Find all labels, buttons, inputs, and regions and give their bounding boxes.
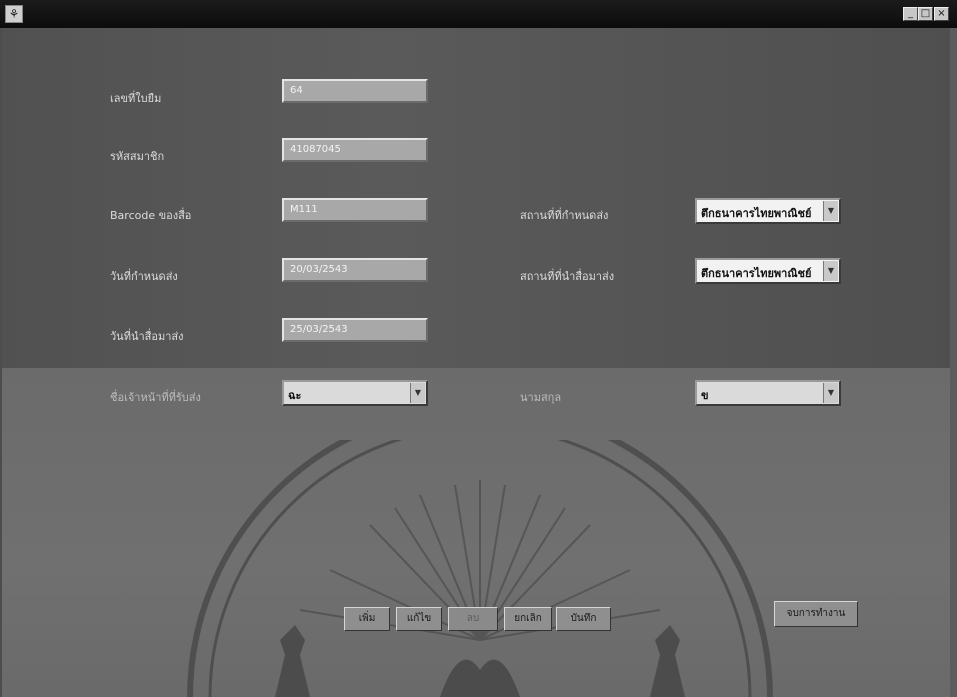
member-code-field[interactable]: 41087045 — [282, 138, 428, 162]
return-date-field[interactable]: 25/03/2543 — [282, 318, 428, 342]
loan-number-field[interactable]: 64 — [282, 79, 428, 103]
surname-select[interactable]: ข ▼ — [695, 380, 841, 406]
surname-value: ข — [701, 389, 709, 402]
due-location-label: สถานที่ที่กำหนดส่ง — [520, 209, 609, 222]
chevron-down-icon[interactable]: ▼ — [823, 261, 838, 281]
edit-button[interactable]: แก้ไข — [396, 607, 442, 631]
barcode-field[interactable]: M111 — [282, 198, 428, 222]
delete-button[interactable]: ลบ — [448, 607, 498, 631]
return-location-select[interactable]: ตึกธนาคารไทยพาณิชย์ ▼ — [695, 258, 841, 284]
staff-name-label: ชื่อเจ้าหน้าที่ที่รับส่ง — [110, 391, 201, 404]
due-location-select[interactable]: ตึกธนาคารไทยพาณิชย์ ▼ — [695, 198, 841, 224]
chevron-down-icon[interactable]: ▼ — [823, 201, 838, 221]
title-bar: ⚘ _ □ × — [0, 0, 957, 28]
surname-label: นามสกุล — [520, 391, 562, 404]
return-location-label: สถานที่ที่นำสื่อมาส่ง — [520, 270, 615, 283]
staff-name-select[interactable]: ฉะ ▼ — [282, 380, 428, 406]
due-date-label: วันที่กำหนดส่ง — [110, 270, 178, 283]
member-code-label: รหัสสมาชิก — [110, 150, 165, 163]
watermark-seal-icon — [187, 440, 773, 697]
due-location-value: ตึกธนาคารไทยพาณิชย์ — [701, 207, 812, 220]
main-window: ⚘ _ □ × เลขที่ใบยืม 64 รหัสสมาชิก 410870… — [0, 0, 957, 697]
exit-button[interactable]: จบการทำงาน — [774, 601, 858, 627]
window-border — [950, 28, 957, 697]
close-icon[interactable]: × — [934, 7, 949, 21]
maximize-icon[interactable]: □ — [918, 7, 933, 21]
barcode-label: Barcode ของสื่อ — [110, 209, 192, 222]
cancel-button[interactable]: ยกเลิก — [504, 607, 552, 631]
add-button[interactable]: เพิ่ม — [344, 607, 390, 631]
save-button[interactable]: บันทึก — [556, 607, 611, 631]
chevron-down-icon[interactable]: ▼ — [823, 383, 838, 403]
minimize-icon[interactable]: _ — [903, 7, 918, 21]
loan-number-label: เลขที่ใบยืม — [110, 92, 162, 105]
due-date-field[interactable]: 20/03/2543 — [282, 258, 428, 282]
staff-name-value: ฉะ — [288, 389, 302, 402]
chevron-down-icon[interactable]: ▼ — [410, 383, 425, 403]
return-location-value: ตึกธนาคารไทยพาณิชย์ — [701, 267, 812, 280]
app-icon[interactable]: ⚘ — [5, 5, 23, 23]
return-date-label: วันที่นำสื่อมาส่ง — [110, 330, 184, 343]
